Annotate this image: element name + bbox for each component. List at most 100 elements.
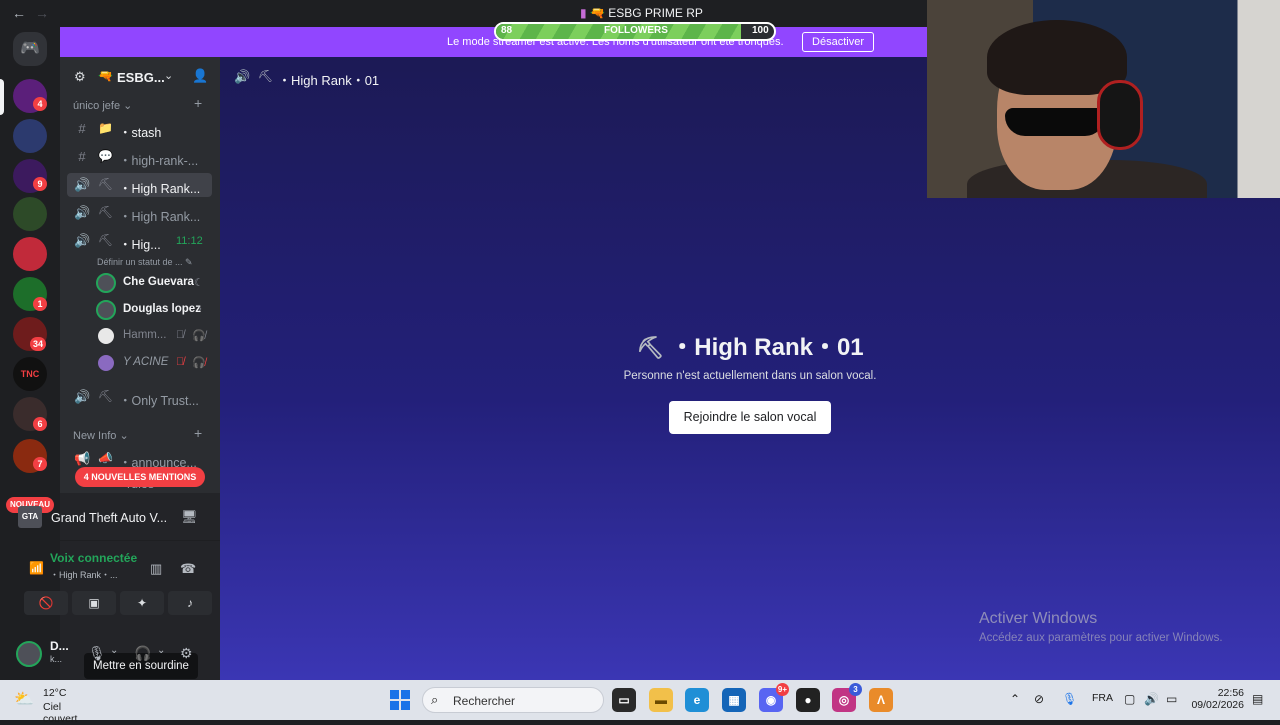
voice-user-name: Y ACINE — [123, 356, 169, 368]
watermark-title: Activer Windows — [979, 610, 1098, 627]
channel-high-rank-text[interactable]: # 💬 ・high-rank-... — [67, 145, 212, 169]
gun-emoji-icon: 🔫 — [98, 69, 113, 83]
channel-stash[interactable]: # 📁 ・stash — [67, 117, 212, 141]
guild-header[interactable]: ⚙ 🔫 ESBG... ⌄ 👤 — [60, 57, 220, 97]
server-icon-tnc[interactable]: TNC — [13, 357, 47, 391]
hashtag-icon: # — [78, 149, 86, 164]
settings-gear-icon[interactable]: ⚙ — [180, 645, 193, 662]
headphones-icon[interactable]: 🎧 — [134, 645, 151, 662]
share-screen-button[interactable]: ▣ — [72, 591, 116, 615]
voice-user[interactable]: Douglas lopez › — [96, 299, 216, 321]
server-icon-4[interactable] — [13, 197, 47, 231]
task-view-icon[interactable]: ▭ — [612, 688, 636, 712]
server-badge-9: 6 — [33, 417, 47, 431]
voice-status[interactable]: Voix connectée — [50, 551, 137, 565]
category-new-info[interactable]: New Info ⌄ — [73, 429, 129, 442]
voice-user[interactable]: Y ACINE 🎙̸ 🎧̸ — [96, 352, 216, 374]
server-icon-2[interactable] — [13, 119, 47, 153]
screen-share-icon[interactable]: 🖥 — [181, 509, 198, 525]
volume-icon[interactable]: 🔊 — [1144, 692, 1159, 706]
guild-settings-icon[interactable]: ⚙ — [74, 69, 86, 85]
instagram-icon[interactable]: ◎ 3 — [832, 683, 862, 712]
join-voice-button[interactable]: Rejoindre le salon vocal — [669, 401, 831, 434]
server-rail: 🎮 4 9 1 34 TNC 6 7 NOUVEAU — [0, 27, 60, 680]
speaker-icon: 🔊 — [74, 205, 91, 220]
network-icon[interactable]: ▢ — [1124, 692, 1135, 706]
webcam-overlay — [927, 0, 1280, 198]
app-icon[interactable]: ● — [796, 688, 820, 712]
disable-streamer-button[interactable]: Désactiver — [802, 32, 874, 52]
channel-high-rank-02[interactable]: 🔊 ⛏ ・High Rank... — [67, 201, 212, 225]
avatar[interactable] — [16, 641, 42, 667]
game-activity[interactable]: GTA Grand Theft Auto V... 🖥 — [18, 493, 220, 541]
chevron-down-icon[interactable]: ⌄ — [110, 645, 118, 656]
eye-off-icon[interactable]: ⊘ — [1034, 692, 1044, 706]
soundboard-button[interactable]: ♪ — [168, 591, 212, 615]
server-badge-1: 4 — [33, 97, 47, 111]
set-status-hint[interactable]: Définir un statut de ... ✎ — [97, 257, 193, 268]
speaker-icon: 🔊 — [74, 177, 91, 192]
voice-channel-heading-text: ・High Rank・01 — [670, 334, 864, 361]
username[interactable]: D... — [50, 639, 69, 653]
add-channel-icon[interactable]: + — [194, 425, 202, 441]
voice-user-name: Douglas lopez — [123, 303, 201, 315]
store-icon[interactable]: ▦ — [722, 688, 746, 712]
voice-timer: 11:12 — [176, 235, 203, 247]
windows-taskbar: ⛅ 12°C Ciel couvert ⌕ Rechercher ▭ ▬ e ▦… — [0, 680, 1280, 725]
channel-label: ・Hig... — [119, 238, 161, 252]
activities-button[interactable]: ✦ — [120, 591, 164, 615]
add-channel-icon[interactable]: + — [194, 95, 202, 111]
category-unico-jefe[interactable]: único jefe ⌄ — [73, 99, 132, 112]
channel-high-rank-03[interactable]: 🔊 ⛏ ・Hig... 11:12 — [67, 229, 212, 253]
channel-high-rank-01[interactable]: 🔊 ⛏ ・High Rank... — [67, 173, 212, 197]
server-badge-7: 34 — [30, 337, 47, 351]
user-panel: GTA Grand Theft Auto V... 🖥 📶 Voix conne… — [16, 493, 220, 680]
app-icon-orange[interactable]: Λ — [869, 688, 893, 712]
forward-arrow-icon[interactable]: → — [35, 5, 49, 21]
disconnect-icon[interactable]: ☎ — [180, 561, 196, 577]
clock-date: 09/02/2026 — [1191, 699, 1244, 711]
voice-channel[interactable]: ・High Rank・... — [50, 568, 118, 581]
language-indicator[interactable]: FRA — [1092, 692, 1113, 704]
new-mentions-pill[interactable]: 4 NOUVELLES MENTIONS — [75, 467, 205, 487]
noise-suppression-icon[interactable]: ▥ — [150, 561, 162, 577]
battery-icon[interactable]: ▭ — [1166, 692, 1177, 706]
channel-only-trust[interactable]: 🔊 ⛏ ・Only Trust... — [67, 385, 212, 409]
edge-icon[interactable]: e — [685, 688, 709, 712]
add-member-icon[interactable]: 👤 — [192, 68, 208, 84]
server-badge-3: 9 — [33, 177, 47, 191]
speaker-icon: 🔊 — [74, 233, 91, 248]
discord-taskbar-icon[interactable]: ◉ 9+ — [759, 683, 789, 712]
windows-activation-watermark: Activer Windows Accédez aux paramètres p… — [979, 610, 1223, 644]
windows-start-icon[interactable] — [390, 690, 410, 710]
file-explorer-icon[interactable]: ▬ — [649, 688, 673, 712]
discord-home-icon[interactable]: 🎮 — [13, 32, 47, 66]
microphone-icon[interactable]: 🎙 — [88, 645, 106, 662]
window-title: ▮ 🔫 ESBG PRIME RP — [580, 6, 703, 20]
microphone-icon[interactable]: 🎙 — [1062, 692, 1077, 706]
guild-name[interactable]: ESBG... — [117, 70, 165, 85]
server-icon-5[interactable] — [13, 237, 47, 271]
voice-user[interactable]: Hamm... 🎙̸ 🎧̸ — [96, 325, 216, 347]
notification-icon[interactable]: ▤ — [1252, 692, 1263, 706]
back-arrow-icon[interactable]: ← — [12, 5, 26, 21]
voice-user[interactable]: Che Guevara ☾ — [96, 272, 216, 294]
taskbar-search[interactable]: ⌕ Rechercher — [422, 687, 604, 713]
chevron-down-icon[interactable]: ⌄ — [157, 645, 165, 656]
instagram-badge: 3 — [849, 683, 862, 696]
clock[interactable]: 22:56 09/02/2026 — [1188, 687, 1244, 711]
hashtag-icon: # — [78, 121, 86, 136]
camera-off-button[interactable]: 🚫 — [24, 591, 68, 615]
user-tag: k... — [50, 654, 63, 664]
channel-label: ・stash — [119, 126, 162, 140]
moon-icon: › — [198, 303, 202, 315]
chevron-up-icon[interactable]: ⌃ — [1010, 692, 1020, 706]
channel-label: ・high-rank-... — [119, 154, 199, 168]
status-hint-text: Définir un statut de ... — [97, 257, 183, 267]
pickaxe-emoji-icon: ⛏ — [98, 205, 114, 219]
empty-voice-state: ⛏ ・High Rank・01 Personne n'est actuelleme… — [220, 327, 1280, 382]
pickaxe-emoji-icon: ⛏ — [636, 335, 665, 360]
speaker-icon: 🔊 — [74, 389, 91, 404]
chevron-down-icon[interactable]: ⌄ — [164, 69, 173, 82]
user-bar: D... k... 🎙 ⌄ 🎧 ⌄ ⚙ — [0, 629, 220, 680]
